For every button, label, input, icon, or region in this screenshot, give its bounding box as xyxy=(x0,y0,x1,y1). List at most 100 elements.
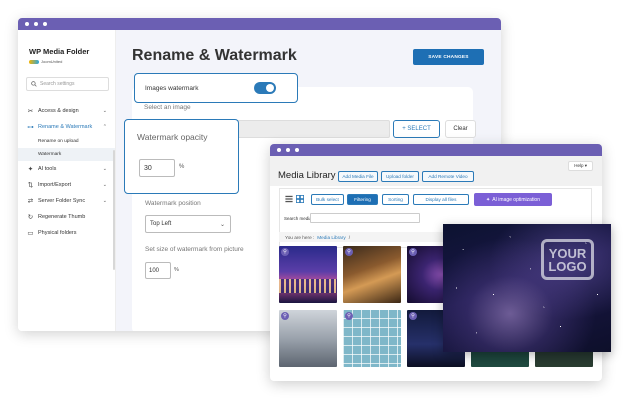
settings-search-placeholder: Search settings xyxy=(40,81,75,87)
save-changes-button[interactable]: SAVE CHANGES xyxy=(413,49,484,65)
media-type-badge-icon: ⚲ xyxy=(409,248,417,256)
media-thumbnail[interactable]: ⚲ xyxy=(279,310,337,367)
opacity-unit: % xyxy=(179,164,185,170)
watermark-text-line2: LOGO xyxy=(548,258,587,274)
list-view-icon[interactable] xyxy=(285,195,293,203)
breadcrumb-prefix: You are here : xyxy=(285,234,315,240)
chevron-up-icon: ⌃ xyxy=(102,124,107,130)
breadcrumb-link-media-library[interactable]: Media Library xyxy=(317,235,345,240)
sidebar-item-label: Access & design xyxy=(38,108,79,114)
search-media-input[interactable] xyxy=(310,213,420,223)
ai-icon: ✦ xyxy=(27,166,34,173)
sidebar-item-access-design[interactable]: ✂ Access & design ⌄ xyxy=(18,103,115,119)
rename-icon: ⊶ xyxy=(27,124,34,131)
chevron-down-icon: ⌄ xyxy=(219,221,225,228)
media-type-badge-icon: ⚲ xyxy=(409,312,417,320)
stage: WP Media Folder JoomUnited Search settin… xyxy=(0,0,630,400)
sidebar-item-label: Regenerate Thumb xyxy=(38,214,86,220)
watermark-opacity-label: Watermark opacity xyxy=(137,132,208,142)
images-watermark-label: Images watermark xyxy=(145,84,199,92)
watermark-opacity-input[interactable]: 30 xyxy=(139,159,175,177)
window-dot xyxy=(34,22,38,26)
sorting-button[interactable]: Sorting xyxy=(382,194,409,205)
chevron-down-icon: ⌄ xyxy=(102,166,107,172)
help-button[interactable]: Help ▾ xyxy=(568,161,593,171)
joomunited-logo-icon xyxy=(29,59,39,64)
media-library-title: Media Library xyxy=(278,170,336,181)
watermark-size-label: Set size of watermark from picture xyxy=(145,246,244,253)
window-dot xyxy=(43,22,47,26)
sparkle-icon: ✦ xyxy=(485,196,491,203)
settings-search-input[interactable]: Search settings xyxy=(26,77,109,91)
media-type-badge-icon: ⚲ xyxy=(281,248,289,256)
sidebar-item-rename-watermark[interactable]: ⊶ Rename & Watermark ⌃ xyxy=(18,119,115,135)
select-image-label: Select an image xyxy=(144,104,191,111)
window-dot xyxy=(25,22,29,26)
sidebar-item-label: Server Folder Sync xyxy=(38,198,86,204)
filtering-button[interactable]: Filtering xyxy=(347,194,378,205)
window-titlebar xyxy=(18,18,501,30)
grid-view-icon[interactable] xyxy=(296,195,304,203)
your-logo-watermark: YOUR LOGO xyxy=(541,239,594,280)
sidebar-item-label: Physical folders xyxy=(38,230,77,236)
brand-by: JoomUnited xyxy=(29,59,115,64)
tools-icon: ✂ xyxy=(27,108,34,115)
window-dot xyxy=(295,148,299,152)
watermark-size-input[interactable]: 100 xyxy=(145,262,171,279)
window-titlebar xyxy=(270,144,602,156)
watermark-opacity-panel: Watermark opacity 30 % xyxy=(124,119,239,194)
ai-image-optimization-label: AI image optimization xyxy=(492,196,540,203)
add-media-file-button[interactable]: Add Media File xyxy=(338,171,378,182)
sidebar-item-physical-folders[interactable]: ▭ Physical folders xyxy=(18,225,115,241)
images-watermark-toggle[interactable] xyxy=(254,82,276,94)
sidebar-subitem-rename-on-upload[interactable]: Rename on upload xyxy=(18,135,115,148)
bulk-select-button[interactable]: Bulk select xyxy=(311,194,344,205)
sidebar-item-server-folder-sync[interactable]: ⇄ Server Folder Sync ⌄ xyxy=(18,193,115,209)
clear-image-button[interactable]: Clear xyxy=(445,120,476,138)
chevron-down-icon: ⌄ xyxy=(102,108,107,114)
upload-folder-button[interactable]: Upload folder xyxy=(381,171,419,182)
media-type-badge-icon: ⚲ xyxy=(281,312,289,320)
brand-by-label: JoomUnited xyxy=(41,59,63,64)
media-thumbnail[interactable]: ⚲ xyxy=(343,246,401,303)
regenerate-icon: ↻ xyxy=(27,214,34,221)
window-dot xyxy=(286,148,290,152)
watermark-position-label: Watermark position xyxy=(145,200,201,207)
search-media-label: Search media xyxy=(284,216,312,221)
media-thumbnail[interactable]: ⚲ xyxy=(279,246,337,303)
brand-name: WP Media Folder xyxy=(29,47,90,56)
breadcrumb-separator: / xyxy=(348,234,350,240)
images-watermark-row: Images watermark xyxy=(134,73,298,103)
sidebar-scrollbar[interactable] xyxy=(113,150,115,270)
sidebar-item-label: Rename & Watermark xyxy=(38,124,93,130)
media-type-badge-icon: ⚲ xyxy=(345,312,353,320)
sidebar: WP Media Folder JoomUnited Search settin… xyxy=(18,30,116,331)
sidebar-subitem-watermark[interactable]: Watermark xyxy=(18,148,115,161)
sidebar-item-label: AI tools xyxy=(38,166,57,172)
folder-icon: ▭ xyxy=(27,230,34,237)
city-skyline-graphic xyxy=(279,279,337,293)
select-image-button[interactable]: + SELECT xyxy=(393,120,440,138)
sidebar-item-import-export[interactable]: ⇅ Import/Export ⌄ xyxy=(18,177,115,193)
brand: WP Media Folder JoomUnited xyxy=(18,30,115,64)
display-all-files-button[interactable]: Display all files xyxy=(413,194,469,205)
watermark-position-value: Top Left xyxy=(150,221,172,227)
add-remote-video-button[interactable]: Add Remote Video xyxy=(422,171,474,182)
ai-image-optimization-button[interactable]: ✦ AI image optimization xyxy=(474,193,552,206)
search-icon xyxy=(31,81,37,87)
sidebar-item-label: Import/Export xyxy=(38,182,72,188)
chevron-down-icon: ⌄ xyxy=(102,182,107,188)
watermark-position-select[interactable]: Top Left ⌄ xyxy=(145,215,231,233)
page-title: Rename & Watermark xyxy=(132,47,297,64)
sidebar-item-regenerate-thumb[interactable]: ↻ Regenerate Thumb xyxy=(18,209,115,225)
sidebar-item-ai-tools[interactable]: ✦ AI tools ⌄ xyxy=(18,161,115,177)
import-export-icon: ⇅ xyxy=(27,182,34,189)
sync-icon: ⇄ xyxy=(27,198,34,205)
size-unit: % xyxy=(174,267,179,273)
media-type-badge-icon: ⚲ xyxy=(345,248,353,256)
window-dot xyxy=(277,148,281,152)
chevron-down-icon: ⌄ xyxy=(102,198,107,204)
media-thumbnail[interactable]: ⚲ xyxy=(343,310,401,367)
watermark-text-line1: YOUR xyxy=(548,245,587,261)
watermarked-preview-image: YOUR LOGO xyxy=(443,224,611,352)
